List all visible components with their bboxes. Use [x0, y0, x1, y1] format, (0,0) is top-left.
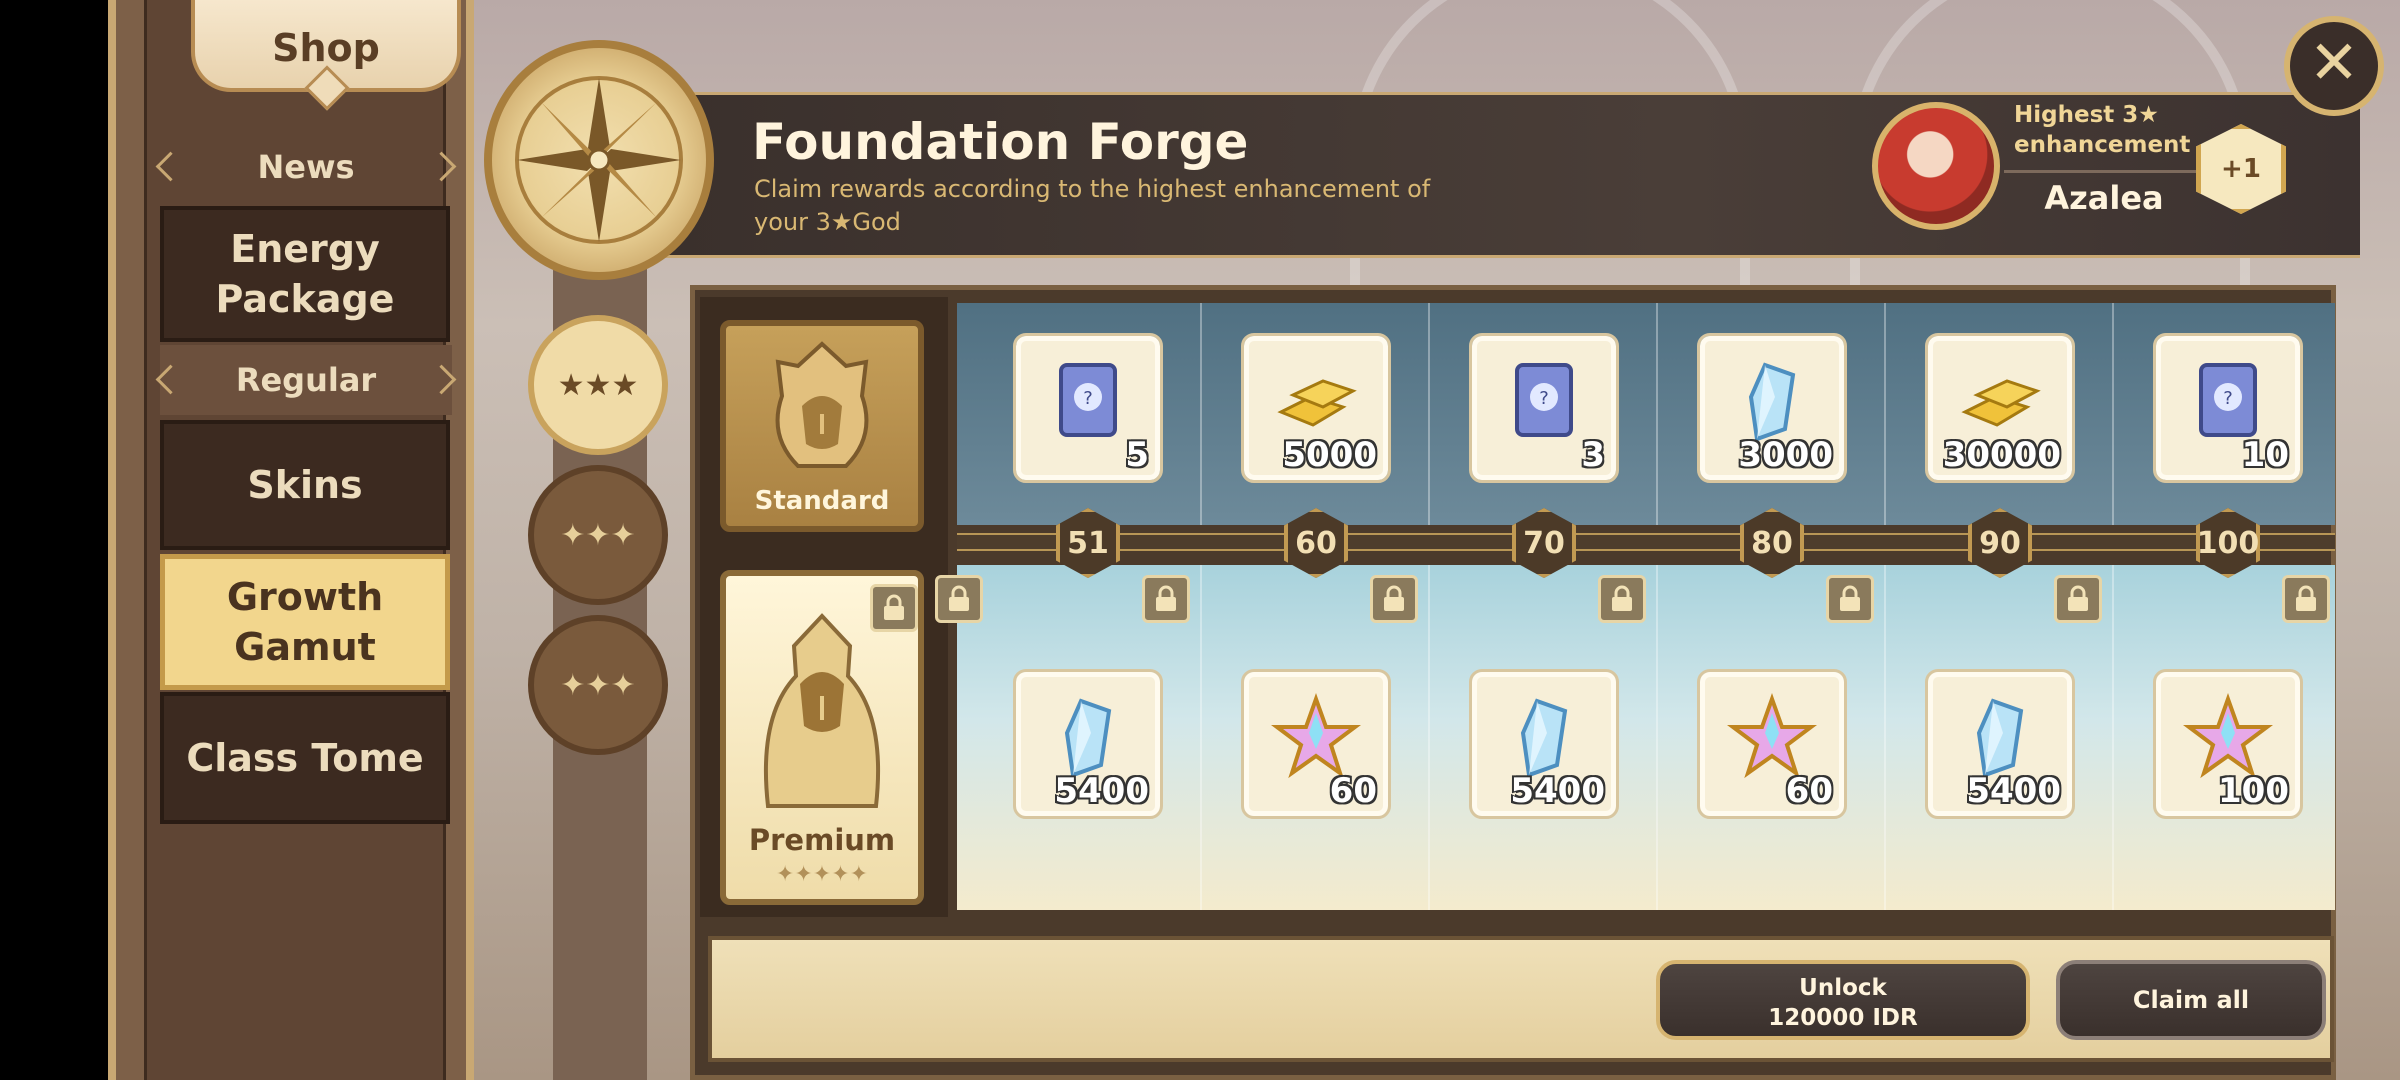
standard-track-card: Standard	[720, 320, 924, 532]
reward-quantity: 60	[1329, 771, 1377, 811]
crystal-icon	[1520, 698, 1568, 778]
svg-text:?: ?	[2223, 388, 2233, 409]
premium-reward-item[interactable]: 60	[1241, 669, 1391, 819]
sidebar-item-energy-package[interactable]: Energy Package	[160, 206, 450, 342]
reward-quantity: 30000	[1942, 435, 2061, 475]
tome-icon: ?	[2199, 363, 2257, 437]
lock-icon	[2054, 575, 2102, 623]
standard-reward-item[interactable]: ? 10	[2153, 333, 2303, 483]
crystal-icon	[1976, 698, 2024, 778]
three-star-tab-label: ★★★	[557, 367, 639, 403]
hero-name: Azalea	[2004, 170, 2204, 217]
unlock-label: Unlock	[1799, 975, 1887, 1001]
hero-portrait-avatar[interactable]	[1872, 102, 2000, 230]
event-title: Foundation Forge	[752, 113, 1249, 171]
standard-rewards-row	[957, 303, 2335, 525]
sidebar-item-skins[interactable]: Skins	[160, 420, 450, 550]
svg-text:?: ?	[1539, 388, 1549, 409]
standard-reward-item[interactable]: 5000	[1241, 333, 1391, 483]
star-shard-icon	[1727, 693, 1817, 779]
lock-icon	[935, 575, 983, 623]
lock-icon	[2282, 575, 2330, 623]
standard-hooded-figure-icon	[775, 341, 869, 468]
gold-bars-icon	[1961, 379, 2041, 427]
letterbox	[0, 0, 108, 1080]
premium-reward-item[interactable]: 60	[1697, 669, 1847, 819]
reward-quantity: 5400	[1510, 771, 1605, 811]
four-star-tab-label: ✦✦✦	[560, 517, 636, 553]
premium-reward-item[interactable]: 5400	[1469, 669, 1619, 819]
crystal-icon	[1748, 362, 1796, 442]
reward-quantity: 100	[2218, 771, 2289, 811]
reward-quantity: 3000	[1738, 435, 1833, 475]
lock-icon	[1598, 575, 1646, 623]
tome-icon: ?	[1059, 363, 1117, 437]
unlock-price: 120000 IDR	[1768, 1005, 1918, 1031]
reward-quantity: 3	[1581, 435, 1605, 475]
sidebar-item-class-tome[interactable]: Class Tome	[160, 692, 450, 824]
star-shard-icon	[2183, 693, 2273, 779]
highest-enhancement-label: Highest 3★ enhancement	[2014, 102, 2191, 158]
four-star-tab[interactable]: ✦✦✦	[528, 465, 668, 605]
reward-quantity: 10	[2241, 435, 2289, 475]
premium-stars-decoration: ✦✦✦✦✦	[775, 862, 869, 887]
premium-track-card: Premium ✦✦✦✦✦	[720, 570, 924, 905]
reward-quantity: 5400	[1966, 771, 2061, 811]
shop-sidebar: Shop News Energy Package Regular Skins G…	[108, 0, 474, 1080]
premium-reward-item[interactable]: 100	[2153, 669, 2303, 819]
five-star-tab-label: ✦✦✦	[560, 667, 636, 703]
svg-text:?: ?	[1083, 388, 1093, 409]
event-subtitle: Claim rewards according to the highest e…	[754, 175, 1431, 236]
claim-all-button[interactable]: Claim all	[2056, 960, 2326, 1040]
five-star-tab[interactable]: ✦✦✦	[528, 615, 668, 755]
game-screen: Shop News Energy Package Regular Skins G…	[0, 0, 2400, 1080]
shop-title-tab: Shop	[191, 0, 461, 111]
standard-reward-item[interactable]: 3000	[1697, 333, 1847, 483]
close-button[interactable]: ✕	[2284, 16, 2384, 116]
premium-reward-item[interactable]: 5400	[1925, 669, 2075, 819]
sidebar-item-growth-gamut[interactable]: Growth Gamut	[160, 554, 450, 690]
premium-hooded-figure-icon	[764, 613, 880, 808]
reward-quantity: 60	[1785, 771, 1833, 811]
tome-icon: ?	[1515, 363, 1573, 437]
category-news: News	[160, 132, 452, 202]
star-shard-icon	[1271, 693, 1361, 779]
standard-track-label: Standard	[754, 486, 890, 516]
standard-reward-item[interactable]: ? 3	[1469, 333, 1619, 483]
lock-icon	[1370, 575, 1418, 623]
reward-quantity: 5400	[1054, 771, 1149, 811]
category-regular: Regular	[160, 345, 452, 415]
reward-quantity: 5	[1125, 435, 1149, 475]
standard-reward-item[interactable]: 30000	[1925, 333, 2075, 483]
gold-bars-icon	[1277, 379, 1357, 427]
lock-icon	[1142, 575, 1190, 623]
unlock-premium-button[interactable]: Unlock 120000 IDR	[1656, 960, 2030, 1040]
compass-emblem-icon	[484, 40, 714, 280]
level-track	[957, 533, 2335, 551]
lock-icon	[1826, 575, 1874, 623]
shop-title: Shop	[272, 26, 380, 70]
premium-track-label: Premium	[748, 823, 896, 857]
premium-reward-item[interactable]: 5400	[1013, 669, 1163, 819]
crystal-icon	[1064, 698, 1112, 778]
three-star-tab[interactable]: ★★★	[528, 315, 668, 455]
reward-quantity: 5000	[1282, 435, 1377, 475]
standard-reward-item[interactable]: ? 5	[1013, 333, 1163, 483]
